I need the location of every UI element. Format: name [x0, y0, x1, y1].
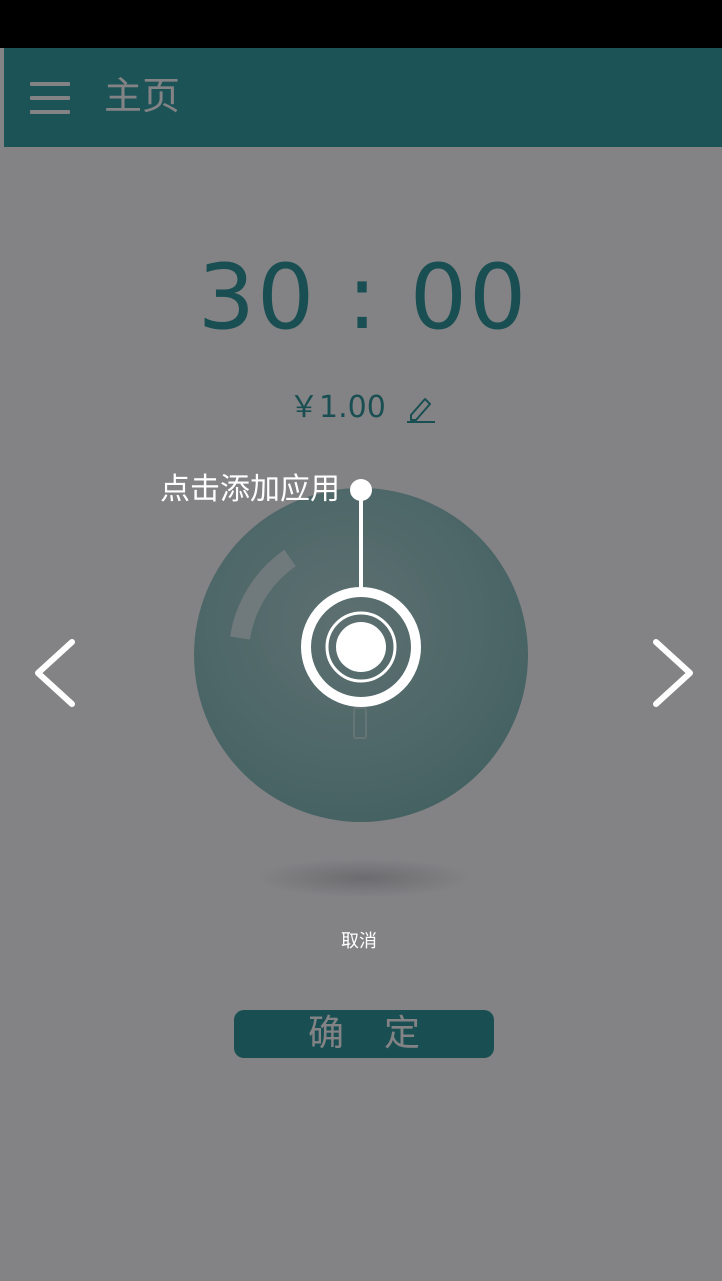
- app-screen: 主页 30 : 00 ￥1.00 确定: [0, 0, 722, 1281]
- guide-pointer: [301, 479, 421, 707]
- guide-label: 点击添加应用: [160, 472, 340, 507]
- chevron-left-icon[interactable]: [26, 628, 86, 718]
- chevron-right-icon[interactable]: [642, 628, 702, 718]
- onboarding-overlay[interactable]: 点击添加应用 取消: [0, 48, 722, 1281]
- status-bar: [0, 0, 722, 48]
- cancel-label: 取消: [341, 931, 377, 952]
